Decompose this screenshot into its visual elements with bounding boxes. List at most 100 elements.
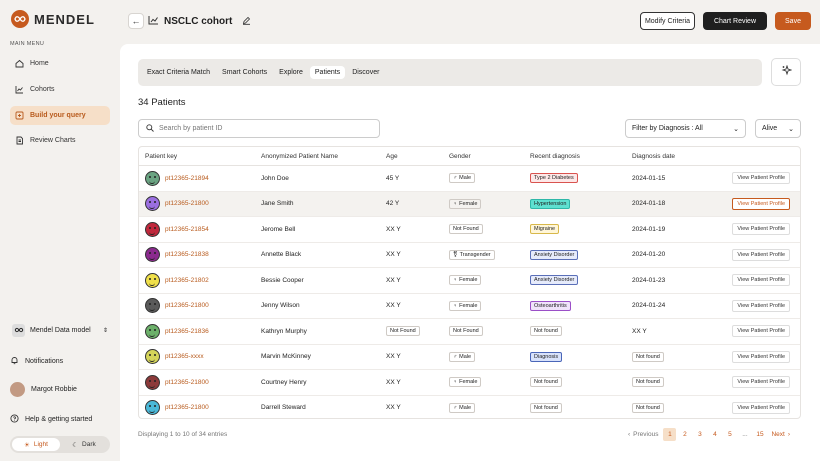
search-icon — [146, 123, 154, 134]
col-patient-name[interactable]: Anonymized Patient Name — [261, 153, 386, 160]
view-patient-profile-button[interactable]: View Patient Profile — [732, 350, 790, 363]
previous-page-button[interactable]: ‹ Previous — [625, 428, 661, 441]
gender-cell: Not Found — [449, 326, 530, 337]
patient-name: Bessie Cooper — [261, 276, 304, 284]
view-patient-profile-button[interactable]: View Patient Profile — [732, 223, 790, 236]
diagnosis-cell: Anxiety Disorder — [530, 275, 632, 286]
patient-name: Kathryn Murphy — [261, 327, 307, 335]
help-link[interactable]: Help & getting started — [10, 414, 110, 425]
save-button[interactable]: Save — [775, 12, 811, 30]
table-row[interactable]: pt12365-xxxx Marvin McKinney XX Y ♂ Male … — [139, 345, 800, 370]
page-button[interactable]: 3 — [693, 428, 706, 441]
view-patient-profile-button[interactable]: View Patient Profile — [732, 299, 790, 312]
tab-discover[interactable]: Discover — [347, 66, 384, 79]
table-row[interactable]: pt12365-21854 Jerome Bell XX Y Not Found… — [139, 217, 800, 243]
sidebar-item-cohorts[interactable]: Cohorts — [10, 80, 110, 99]
notifications-link[interactable]: Notifications — [10, 356, 110, 367]
search-input[interactable]: Search by patient ID — [138, 119, 380, 138]
table-row[interactable]: pt12365-21894 John Doe 45 Y ♂ Male Type 2… — [139, 166, 800, 192]
brand-logo[interactable]: MENDEL — [11, 10, 95, 28]
page-button[interactable]: 5 — [723, 428, 736, 441]
edit-icon[interactable] — [242, 16, 251, 28]
diagnosis-date-cell: XX Y — [632, 328, 722, 335]
gender-cell: ♂ Male — [449, 402, 530, 413]
table-row[interactable]: pt12365-21800 Jane Smith 42 Y ♀ Female Hy… — [139, 191, 800, 217]
col-recent-diagnosis[interactable]: Recent diagnosis — [530, 153, 632, 160]
search-placeholder: Search by patient ID — [159, 125, 223, 132]
col-diagnosis-date[interactable]: Diagnosis date — [632, 153, 722, 160]
gender-label: Female — [459, 277, 478, 284]
view-patient-profile-button[interactable]: View Patient Profile — [732, 274, 790, 287]
tab-patients[interactable]: Patients — [309, 66, 346, 79]
modify-criteria-button[interactable]: Modify Criteria — [640, 12, 695, 30]
ai-sparkle-button[interactable] — [771, 58, 801, 86]
view-patient-profile-button[interactable]: View Patient Profile — [732, 401, 790, 414]
patient-key-link[interactable]: pt12365-21836 — [165, 328, 209, 335]
page-title: NSCLC cohort — [148, 15, 251, 28]
tab-explore[interactable]: Explore — [274, 66, 308, 79]
table-row[interactable]: pt12365-21836 Kathryn Murphy Not Found N… — [139, 319, 800, 345]
page-button[interactable]: 4 — [708, 428, 721, 441]
page-button[interactable]: 1 — [663, 428, 677, 441]
sidebar-item-review-charts[interactable]: Review Charts — [10, 131, 110, 150]
patient-avatar — [145, 196, 160, 212]
patient-key-link[interactable]: pt12365-21800 — [165, 404, 209, 411]
next-page-button[interactable]: Next › — [768, 428, 793, 441]
data-model-selector[interactable]: Mendel Data model ⇕ — [9, 320, 111, 340]
user-profile[interactable]: Margot Robbie — [10, 382, 110, 397]
view-patient-profile-button[interactable]: View Patient Profile — [732, 248, 790, 261]
theme-toggle[interactable]: ☀ Light ☾ Dark — [10, 436, 110, 453]
patient-key-link[interactable]: pt12365-21854 — [165, 226, 209, 233]
chart-review-button[interactable]: Chart Review — [703, 12, 767, 30]
date-value: 2024-01-18 — [632, 200, 666, 208]
page-button[interactable]: 15 — [753, 428, 766, 441]
status-select[interactable]: Alive ⌄ — [755, 119, 801, 138]
gender-cell: ♂ Male — [449, 351, 530, 362]
sidebar-item-home[interactable]: Home — [10, 54, 110, 73]
document-icon — [15, 136, 24, 145]
view-patient-profile-button[interactable]: View Patient Profile — [732, 325, 790, 338]
table-row[interactable]: pt12365-21800 Courtney Henry XX Y ♀ Femal… — [139, 370, 800, 396]
theme-light-option[interactable]: ☀ Light — [12, 438, 60, 451]
table-row[interactable]: pt12365-21800 Jenny Wilson XX Y ♀ Female … — [139, 294, 800, 319]
mendel-logo-icon — [12, 323, 25, 337]
view-patient-profile-button[interactable]: View Patient Profile — [732, 172, 790, 185]
gender-cell: ♀ Female — [449, 377, 530, 388]
table-row[interactable]: pt12365-21802 Bessie Cooper XX Y ♀ Female… — [139, 268, 800, 294]
col-gender[interactable]: Gender — [449, 153, 530, 160]
sidebar-item-build-query[interactable]: Build your query — [10, 106, 110, 125]
patient-key-link[interactable]: pt12365-21838 — [165, 251, 209, 258]
view-patient-profile-button[interactable]: View Patient Profile — [732, 376, 790, 389]
tab-smart-cohorts[interactable]: Smart Cohorts — [217, 66, 272, 79]
patient-key-link[interactable]: pt12365-21802 — [165, 277, 209, 284]
previous-label: Previous — [633, 431, 659, 438]
view-patient-profile-button[interactable]: View Patient Profile — [732, 197, 790, 210]
patient-name: Jerome Bell — [261, 225, 296, 233]
patient-key-link[interactable]: pt12365-xxxx — [165, 353, 204, 360]
age-value: XX Y — [386, 225, 401, 233]
diagnosis-cell: Type 2 Diabetes — [530, 173, 632, 184]
patient-avatar — [145, 272, 160, 288]
patient-avatar — [145, 400, 160, 416]
patient-key-link[interactable]: pt12365-21800 — [165, 200, 209, 207]
age-value: XX Y — [386, 353, 401, 361]
diagnosis-filter-select[interactable]: Filter by Diagnosis : All ⌄ — [625, 119, 746, 138]
table-row[interactable]: pt12365-21800 Darrell Steward XX Y ♂ Male… — [139, 396, 800, 419]
table-body: pt12365-21894 John Doe 45 Y ♂ Male Type 2… — [139, 166, 800, 419]
date-value: XX Y — [632, 327, 647, 335]
page-button[interactable]: 2 — [678, 428, 691, 441]
tab-exact-criteria-match[interactable]: Exact Criteria Match — [142, 66, 215, 79]
patient-key-link[interactable]: pt12365-21800 — [165, 379, 209, 386]
action-cell: View Patient Profile — [722, 376, 800, 389]
col-age[interactable]: Age — [386, 153, 449, 160]
back-button[interactable]: ← — [128, 13, 144, 29]
theme-dark-option[interactable]: ☾ Dark — [60, 438, 108, 451]
gender-tag: ♂ Male — [449, 173, 476, 184]
col-patient-key[interactable]: Patient key — [139, 153, 261, 160]
table-row[interactable]: pt12365-21838 Annette Black XX Y ⚧ Transg… — [139, 243, 800, 268]
next-label: Next — [771, 431, 785, 438]
patient-key-link[interactable]: pt12365-21894 — [165, 175, 209, 182]
age-cell: XX Y — [386, 226, 449, 233]
patient-key-link[interactable]: pt12365-21800 — [165, 302, 209, 309]
patient-avatar — [145, 170, 160, 186]
